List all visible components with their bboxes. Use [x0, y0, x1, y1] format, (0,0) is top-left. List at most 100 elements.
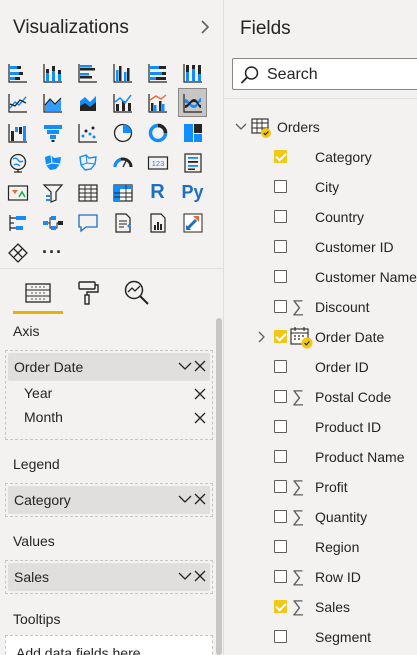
chevron-right-icon[interactable] [255, 330, 267, 344]
region-checkbox[interactable] [274, 540, 287, 553]
waterfall-chart-icon[interactable] [3, 118, 32, 147]
matrix-icon[interactable] [108, 178, 137, 207]
field-row-city[interactable]: City [224, 172, 417, 202]
table-icon[interactable] [73, 178, 102, 207]
multi-row-card-icon[interactable] [178, 148, 207, 177]
area-chart-icon[interactable] [38, 88, 67, 117]
profit-checkbox[interactable] [274, 480, 287, 493]
axis-field-chip[interactable]: Order Date [8, 353, 210, 381]
search-box[interactable] [232, 58, 417, 90]
field-row-row-id[interactable]: ∑ Row ID [224, 562, 417, 592]
product-name-checkbox[interactable] [274, 450, 287, 463]
remove-field-icon[interactable] [194, 568, 206, 584]
discount-checkbox[interactable] [274, 300, 287, 313]
legend-well[interactable]: Category [5, 483, 213, 517]
search-input[interactable] [267, 64, 417, 86]
field-row-region[interactable]: Region [224, 532, 417, 562]
legend-field-chip[interactable]: Category [8, 486, 210, 514]
analytics-tab[interactable] [119, 277, 155, 309]
chevron-down-icon[interactable] [178, 568, 192, 584]
field-row-discount[interactable]: ∑ Discount [224, 292, 417, 322]
field-row-country[interactable]: Country [224, 202, 417, 232]
stacked-area-chart-icon[interactable] [73, 88, 102, 117]
collapse-chevron-icon[interactable] [197, 16, 213, 38]
category-checkbox[interactable] [274, 150, 287, 163]
tooltips-well[interactable]: Add data fields here [5, 635, 213, 655]
order-date-checkbox[interactable] [274, 330, 287, 343]
country-checkbox[interactable] [274, 210, 287, 223]
power-automate-icon[interactable] [3, 238, 32, 267]
values-field-chip[interactable]: Sales [8, 563, 210, 591]
r-visual-icon[interactable]: R [143, 178, 172, 207]
field-row-order-id[interactable]: Order ID [224, 352, 417, 382]
field-row-order-date[interactable]: Order Date [224, 322, 417, 352]
fields-tab[interactable] [20, 277, 56, 309]
order-id-checkbox[interactable] [274, 360, 287, 373]
chevron-down-icon[interactable] [178, 358, 192, 374]
field-row-category[interactable]: Category [224, 142, 417, 172]
remove-field-icon[interactable] [194, 358, 206, 374]
line-and-clustered-column-chart-icon[interactable] [143, 88, 172, 117]
more-visuals-icon[interactable]: ··· [38, 238, 67, 267]
clustered-column-chart-icon[interactable] [108, 58, 137, 87]
format-tab[interactable] [70, 277, 106, 309]
map-icon[interactable] [3, 148, 32, 177]
postal-code-checkbox[interactable] [274, 390, 287, 403]
gauge-icon[interactable] [108, 148, 137, 177]
shape-map-icon[interactable] [73, 148, 102, 177]
customer-id-checkbox[interactable] [274, 240, 287, 253]
decomposition-tree-icon[interactable] [38, 208, 67, 237]
chevron-down-icon[interactable] [235, 120, 247, 134]
treemap-icon[interactable] [178, 118, 207, 147]
axis-well[interactable]: Order Date Year Month [5, 350, 213, 440]
table-node-orders[interactable]: Orders [224, 112, 417, 142]
pie-chart-icon[interactable] [108, 118, 137, 147]
100-stacked-bar-chart-icon[interactable] [143, 58, 172, 87]
remove-field-icon[interactable] [194, 491, 206, 507]
field-row-segment[interactable]: Segment [224, 622, 417, 652]
funnel-icon[interactable] [38, 118, 67, 147]
python-visual-icon[interactable]: Py [178, 178, 207, 207]
clustered-bar-chart-icon[interactable] [73, 58, 102, 87]
key-influencers-icon[interactable] [3, 208, 32, 237]
field-row-postal-code[interactable]: ∑ Postal Code [224, 382, 417, 412]
field-row-customer-id[interactable]: Customer ID [224, 232, 417, 262]
power-apps-icon[interactable] [178, 208, 207, 237]
stacked-bar-chart-icon[interactable] [3, 58, 32, 87]
segment-checkbox[interactable] [274, 630, 287, 643]
axis-sub-field-month[interactable]: Month [8, 406, 210, 430]
paginated-report-icon[interactable] [143, 208, 172, 237]
scatter-chart-icon[interactable] [73, 118, 102, 147]
slicer-icon[interactable] [38, 178, 67, 207]
product-id-checkbox[interactable] [274, 420, 287, 433]
axis-sub-field-year[interactable]: Year [8, 382, 210, 406]
field-row-product-name[interactable]: Product Name [224, 442, 417, 472]
qa-icon[interactable] [73, 208, 102, 237]
field-row-profit[interactable]: ∑ Profit [224, 472, 417, 502]
donut-chart-icon[interactable] [143, 118, 172, 147]
card-icon[interactable]: 123 [143, 148, 172, 177]
sales-checkbox[interactable] [274, 600, 287, 613]
remove-year-icon[interactable] [194, 386, 206, 402]
field-row-quantity[interactable]: ∑ Quantity [224, 502, 417, 532]
ribbon-chart-icon[interactable] [178, 88, 207, 117]
city-checkbox[interactable] [274, 180, 287, 193]
field-row-product-id[interactable]: Product ID [224, 412, 417, 442]
stacked-column-chart-icon[interactable] [38, 58, 67, 87]
row-id-checkbox[interactable] [274, 570, 287, 583]
line-chart-icon[interactable] [3, 88, 32, 117]
quantity-checkbox[interactable] [274, 510, 287, 523]
remove-month-icon[interactable] [194, 410, 206, 426]
sigma-icon: ∑ [292, 387, 305, 406]
values-well[interactable]: Sales [5, 560, 213, 594]
line-and-stacked-column-chart-icon[interactable] [108, 88, 137, 117]
chevron-down-icon[interactable] [178, 491, 192, 507]
field-row-customer-name[interactable]: Customer Name [224, 262, 417, 292]
smart-narrative-icon[interactable] [108, 208, 137, 237]
100-stacked-column-chart-icon[interactable] [178, 58, 207, 87]
left-scrollbar-thumb[interactable] [216, 318, 222, 655]
customer-name-checkbox[interactable] [274, 270, 287, 283]
kpi-icon[interactable] [3, 178, 32, 207]
field-row-sales[interactable]: ∑ Sales [224, 592, 417, 622]
filled-map-icon[interactable] [38, 148, 67, 177]
